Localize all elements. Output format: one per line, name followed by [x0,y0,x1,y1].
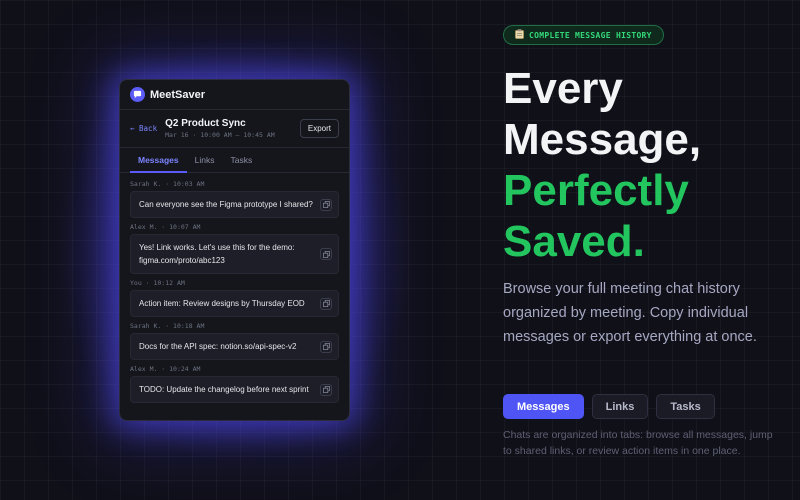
demo-tab-links[interactable]: Links [591,394,649,419]
tab-caption: Chats are organized into tabs: browse al… [503,429,773,457]
hero-title-line: Message, [503,115,702,164]
message-item: Can everyone see the Figma prototype I s… [130,191,339,218]
badge-text: COMPLETE MESSAGE HISTORY [529,30,652,40]
message-meta: Alex M. · 10:07 AM [130,223,201,231]
back-button[interactable]: ← Back [130,124,157,133]
copy-icon[interactable] [320,248,332,260]
meeting-info: Q2 Product Sync Mar 16 · 10:00 AM – 10:4… [165,118,300,139]
demo-tab-switcher: Messages Links Tasks [503,394,715,419]
message-item: TODO: Update the changelog before next s… [130,376,339,403]
chat-bubble-icon [130,87,145,102]
app-header: MeetSaver [120,80,349,110]
message-item: Yes! Link works. Let's use this for the … [130,234,339,274]
export-button[interactable]: Export [299,119,339,138]
feature-badge: COMPLETE MESSAGE HISTORY [503,25,664,45]
hero-title-line: Every [503,64,623,113]
message-item: Docs for the API spec: notion.so/api-spe… [130,333,339,360]
message-text: Can everyone see the Figma prototype I s… [139,200,313,209]
clipboard-icon [515,26,524,44]
message-text: Docs for the API spec: notion.so/api-spe… [139,342,297,351]
message-meta: Sarah K. · 10:18 AM [130,322,205,330]
message-list: Sarah K. · 10:03 AM Can everyone see the… [120,173,349,403]
message-meta: Alex M. · 10:24 AM [130,365,201,373]
tab-messages[interactable]: Messages [130,148,187,173]
app-window: MeetSaver ← Back Q2 Product Sync Mar 16 … [119,79,350,421]
message-meta: Sarah K. · 10:03 AM [130,180,205,188]
message-text: Yes! Link works. Let's use this for the … [139,243,295,265]
copy-icon[interactable] [320,198,332,211]
app-name: MeetSaver [150,88,206,101]
message-text: Action item: Review designs by Thursday … [139,299,305,308]
copy-icon[interactable] [320,340,332,353]
copy-icon[interactable] [320,383,332,396]
tab-links[interactable]: Links [187,148,223,172]
hero-title-highlight: Perfectly [503,166,689,215]
demo-tab-messages[interactable]: Messages [503,394,584,419]
meeting-header: ← Back Q2 Product Sync Mar 16 · 10:00 AM… [120,110,349,148]
copy-icon[interactable] [320,297,332,310]
hero-description: Browse your full meeting chat history or… [503,281,757,345]
tab-tasks[interactable]: Tasks [222,148,260,172]
demo-tab-tasks[interactable]: Tasks [656,394,715,419]
message-meta: You · 10:12 AM [130,279,185,287]
hero-title: Every Message, Perfectly Saved. [503,63,793,267]
app-tabs: Messages Links Tasks [120,148,349,173]
meeting-time: Mar 16 · 10:00 AM – 10:45 AM [165,131,275,139]
message-item: Action item: Review designs by Thursday … [130,290,339,317]
meeting-title: Q2 Product Sync [165,118,246,129]
hero-title-highlight: Saved. [503,217,645,266]
message-text: TODO: Update the changelog before next s… [139,385,309,394]
